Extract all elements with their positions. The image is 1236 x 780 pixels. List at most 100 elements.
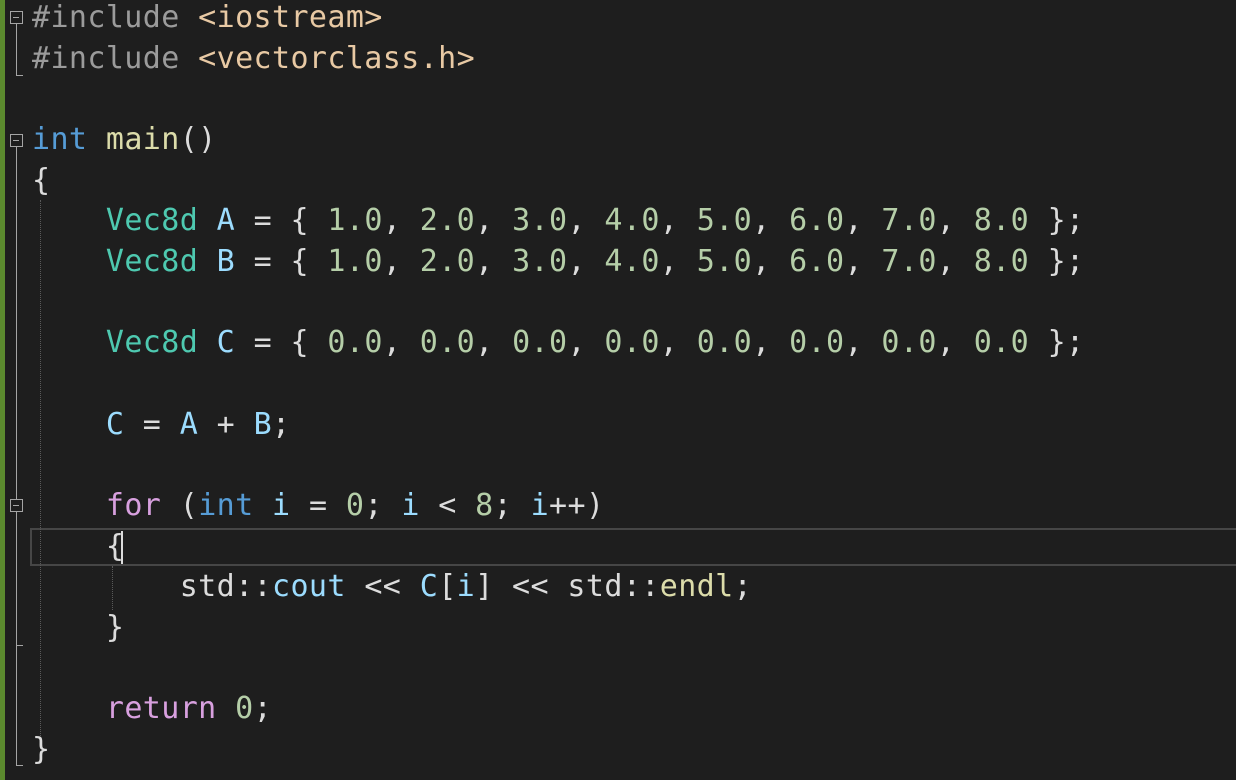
punctuation-token: ,: [382, 325, 420, 360]
punctuation-token: =: [124, 407, 180, 442]
number-token: 5.0: [696, 244, 753, 279]
identifier-token: i: [401, 488, 420, 523]
punctuation-token: ;: [253, 691, 273, 726]
number-token: 8: [475, 488, 494, 523]
punctuation-token: (: [161, 488, 199, 523]
number-token: 0.0: [789, 325, 845, 360]
code-line[interactable]: {: [32, 161, 50, 201]
punctuation-token: ,: [844, 244, 882, 279]
number-token: 6.0: [789, 244, 845, 279]
punctuation-token: <: [419, 488, 476, 523]
identifier-token: B: [216, 244, 236, 279]
number-token: 8.0: [973, 244, 1030, 279]
code-line[interactable]: int main(): [32, 120, 217, 160]
code-line[interactable]: #include <vectorclass.h>: [32, 39, 475, 79]
fold-collapse-icon[interactable]: [10, 11, 23, 24]
code-line[interactable]: Vec8d C = { 0.0, 0.0, 0.0, 0.0, 0.0, 0.0…: [32, 323, 1085, 363]
punctuation-token: (): [179, 122, 217, 157]
punctuation-token: std::: [32, 569, 272, 604]
editor-gutter: [5, 0, 31, 780]
number-token: 2.0: [419, 244, 476, 279]
punctuation-token: ;: [493, 488, 531, 523]
code-line[interactable]: C = A + B;: [32, 405, 291, 445]
number-token: 0.0: [696, 325, 753, 360]
fold-collapse-icon[interactable]: [10, 134, 23, 147]
punctuation-token: [32, 407, 106, 442]
punctuation-token: =: [290, 488, 346, 523]
punctuation-token: ,: [475, 203, 513, 238]
type-token: Vec8d: [105, 244, 199, 279]
punctuation-token: }: [32, 610, 125, 645]
preprocessor-token: #include: [32, 41, 199, 76]
include-path-token: <vectorclass.h>: [198, 41, 476, 76]
punctuation-token: [32, 691, 106, 726]
punctuation-token: ,: [936, 244, 974, 279]
number-token: 0.0: [419, 325, 476, 360]
identifier-token: A: [179, 407, 199, 442]
punctuation-token: [198, 244, 216, 279]
punctuation-token: [198, 203, 216, 238]
number-token: 4.0: [604, 203, 660, 238]
fold-collapse-icon[interactable]: [10, 499, 23, 512]
identifier-token: C: [419, 569, 439, 604]
control-keyword-token: return: [105, 691, 217, 726]
number-token: 0.0: [604, 325, 660, 360]
code-line[interactable]: Vec8d B = { 1.0, 2.0, 3.0, 4.0, 5.0, 6.0…: [32, 242, 1085, 282]
keyword-token: int: [32, 122, 88, 157]
identifier-token: C: [216, 325, 236, 360]
identifier-token: i: [456, 569, 476, 604]
code-line[interactable]: {: [32, 527, 124, 567]
punctuation-token: +: [198, 407, 254, 442]
punctuation-token: ,: [567, 244, 605, 279]
punctuation-token: ;: [272, 407, 291, 442]
punctuation-token: {: [32, 163, 51, 198]
punctuation-token: [217, 691, 235, 726]
punctuation-token: ++): [549, 488, 605, 523]
fold-range-end: [15, 645, 23, 646]
fold-range-end: [15, 765, 23, 766]
punctuation-token: [32, 203, 106, 238]
code-line[interactable]: }: [32, 730, 50, 770]
code-editor[interactable]: #include <iostream> #include <vectorclas…: [0, 0, 1236, 780]
number-token: 6.0: [789, 203, 845, 238]
number-token: 0.0: [881, 325, 937, 360]
code-line[interactable]: Vec8d A = { 1.0, 2.0, 3.0, 4.0, 5.0, 6.0…: [32, 201, 1085, 241]
code-line[interactable]: std::cout << C[i] << std::endl;: [32, 567, 752, 607]
code-line[interactable]: #include <iostream>: [32, 0, 383, 38]
keyword-token: int: [198, 488, 254, 523]
identifier-token: A: [216, 203, 236, 238]
identifier-token: cout: [272, 569, 346, 604]
punctuation-token: ,: [659, 203, 697, 238]
punctuation-token: ,: [936, 325, 974, 360]
number-token: 3.0: [512, 203, 568, 238]
punctuation-token: [254, 488, 272, 523]
function-token: main: [105, 122, 180, 157]
number-token: 1.0: [327, 244, 383, 279]
punctuation-token: ,: [382, 244, 420, 279]
identifier-token: i: [272, 488, 291, 523]
identifier-token: i: [530, 488, 550, 523]
current-line-highlight: [30, 528, 1236, 566]
punctuation-token: };: [1029, 203, 1085, 238]
punctuation-token: ,: [659, 325, 697, 360]
number-token: 5.0: [696, 203, 753, 238]
number-token: 0: [345, 488, 365, 523]
punctuation-token: ,: [475, 244, 513, 279]
punctuation-token: ] << std::: [475, 569, 660, 604]
punctuation-token: = {: [235, 244, 328, 279]
number-token: 8.0: [973, 203, 1030, 238]
fold-range-end: [15, 75, 23, 76]
punctuation-token: ,: [844, 325, 882, 360]
punctuation-token: ,: [752, 325, 790, 360]
fold-range-line: [15, 24, 17, 75]
punctuation-token: <<: [345, 569, 420, 604]
number-token: 0.0: [327, 325, 383, 360]
code-line[interactable]: for (int i = 0; i < 8; i++): [32, 486, 604, 526]
type-token: Vec8d: [105, 203, 199, 238]
type-token: Vec8d: [105, 325, 199, 360]
code-line[interactable]: }: [32, 608, 124, 648]
punctuation-token: ,: [936, 203, 974, 238]
code-line[interactable]: return 0;: [32, 689, 272, 729]
punctuation-token: ;: [364, 488, 402, 523]
punctuation-token: }: [32, 732, 51, 767]
